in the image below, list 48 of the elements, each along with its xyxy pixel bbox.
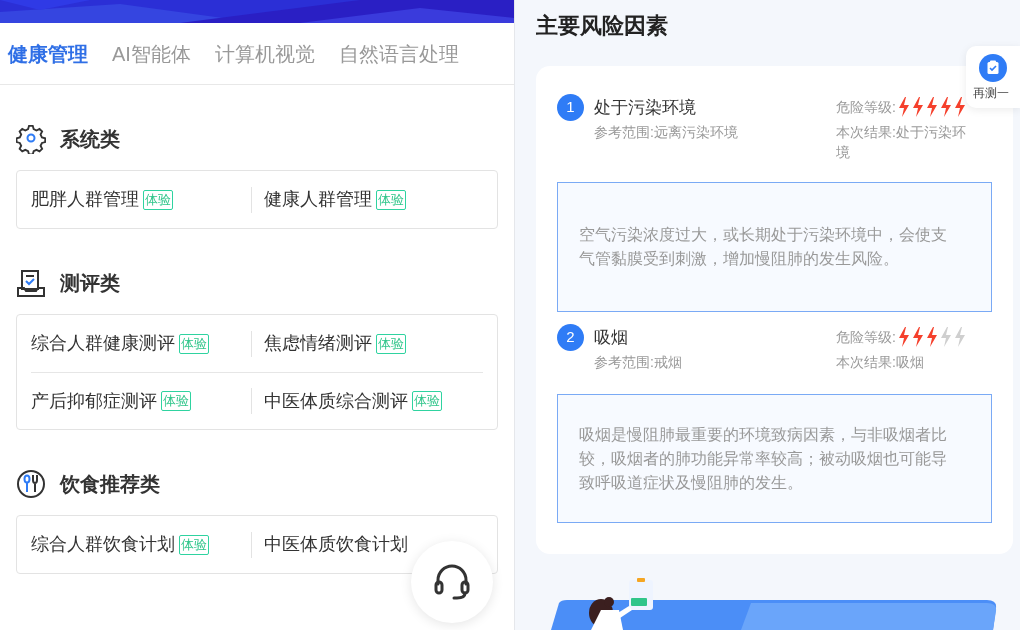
category-tab[interactable]: 健康管理 (8, 38, 88, 69)
headset-icon (432, 562, 472, 602)
result-text: 本次结果:处于污染环境 (836, 123, 967, 162)
clipboard-icon (979, 54, 1007, 82)
risk-level-label: 危险等级: (836, 327, 896, 347)
trial-badge: 体验 (375, 189, 406, 210)
section-title: 测评类 (60, 271, 120, 296)
clipboard-check-icon (16, 268, 46, 298)
trial-badge: 体验 (179, 333, 209, 354)
lightning-icon (897, 327, 910, 347)
section-title: 系统类 (60, 127, 120, 152)
trial-badge: 体验 (179, 534, 209, 555)
trial-badge: 体验 (161, 391, 191, 411)
trial-badge: 体验 (143, 189, 173, 210)
service-link[interactable]: 中医体质综合测评 (263, 387, 408, 415)
trial-badge: 体验 (375, 333, 406, 354)
utensils-icon (16, 469, 46, 499)
lightning-icon (911, 327, 924, 347)
description-text: 吸烟是慢阻肺最重要的环境致病因素，与非吸烟者比较，吸烟者的肺功能异常率较高；被动吸烟也可能导致呼吸道症状及慢阻肺的发生。 (579, 424, 948, 493)
reference-range: 参考范围:远离污染环境 (594, 123, 738, 142)
number-badge: 2 (557, 324, 584, 351)
reference-range: 参考范围:戒烟 (594, 353, 682, 372)
panel-title: 主要风险因素 (536, 12, 669, 40)
service-link[interactable]: 综合人群健康测评 (31, 330, 175, 357)
factor-name: 处于污染环境 (594, 97, 697, 119)
lightning-icon (939, 327, 952, 347)
retest-button[interactable]: 再测一 (966, 46, 1020, 108)
lightning-icon (953, 97, 966, 117)
risk-level-label: 危险等级: (836, 97, 896, 117)
lightning-icon (911, 97, 924, 117)
service-link[interactable]: 产后抑郁症测评 (31, 387, 157, 415)
service-link[interactable]: 综合人群饮食计划 (31, 531, 175, 558)
number-badge: 1 (557, 94, 584, 121)
service-link[interactable]: 中医体质饮食计划 (263, 531, 408, 558)
section-title: 饮食推荐类 (60, 472, 160, 497)
lightning-icon (939, 97, 952, 117)
lightning-icon (925, 327, 938, 347)
service-link[interactable]: 健康人群管理 (263, 186, 372, 213)
lightning-icon (897, 97, 910, 117)
description-text: 空气污染浓度过大，或长期处于污染环境中，会使支气管黏膜受到刺激，增加慢阻肺的发生风险。 (579, 225, 948, 269)
result-text: 本次结果:吸烟 (836, 353, 925, 372)
lightning-icon (953, 327, 966, 347)
factor-name: 吸烟 (594, 327, 629, 349)
service-link[interactable]: 焦虑情绪测评 (263, 330, 372, 357)
service-link[interactable]: 肥胖人群管理 (31, 186, 139, 213)
trial-badge: 体验 (411, 391, 442, 411)
gear-icon (16, 124, 46, 154)
lightning-icon (925, 97, 938, 117)
